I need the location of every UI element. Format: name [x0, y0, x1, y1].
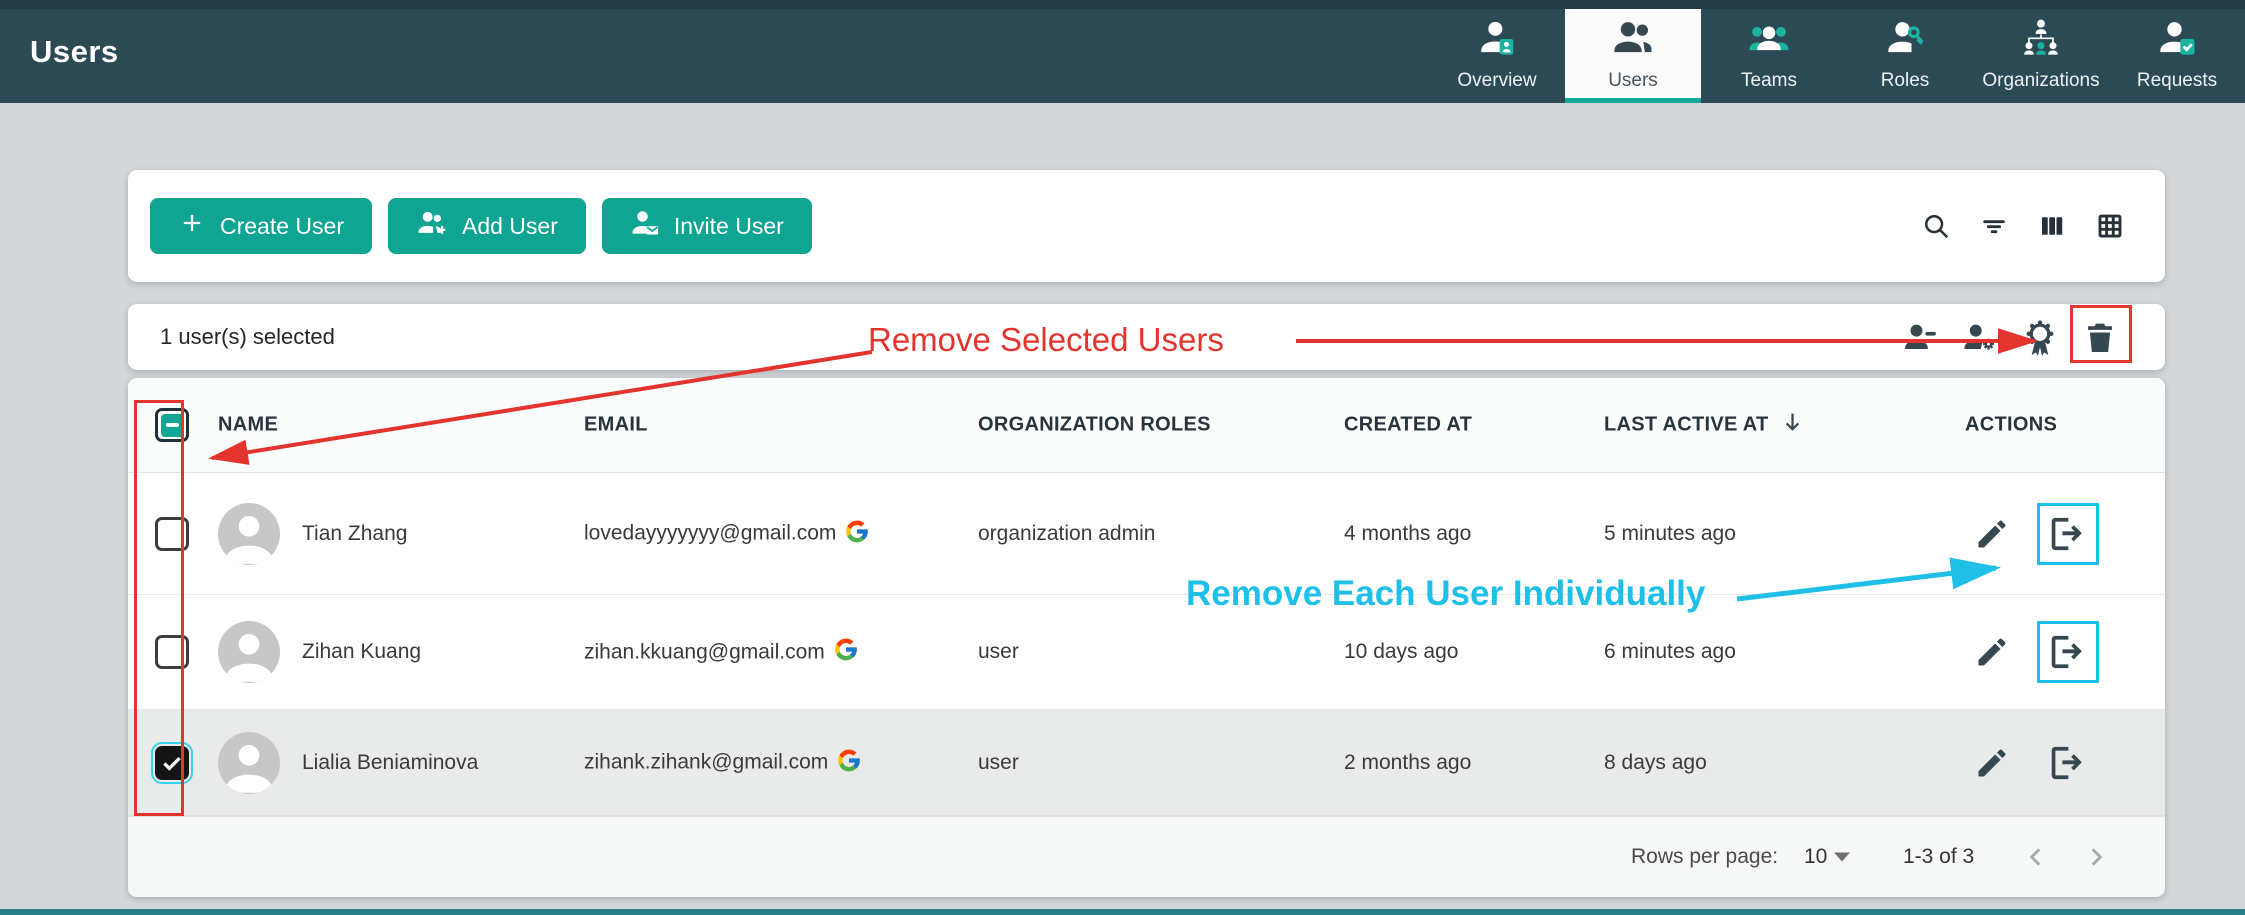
user-role: user	[978, 640, 1019, 664]
dropdown-caret-icon[interactable]	[1834, 853, 1850, 862]
table-footer: Rows per page: 10 1-3 of 3	[128, 816, 2165, 897]
app-bar-top-strip	[0, 0, 2245, 9]
column-header-roles[interactable]: ORGANIZATION ROLES	[978, 414, 1211, 437]
main-nav: Overview Users Teams Roles	[1429, 9, 2245, 103]
user-created: 10 days ago	[1344, 640, 1458, 664]
grid-icon[interactable]	[2095, 211, 2125, 241]
user-last-active: 6 minutes ago	[1604, 640, 1736, 664]
user-created: 4 months ago	[1344, 522, 1471, 546]
column-header-name[interactable]: NAME	[218, 414, 278, 437]
table-header-row: NAME EMAIL ORGANIZATION ROLES CREATED AT…	[128, 378, 2165, 473]
remove-user-from-group-icon[interactable]	[1903, 320, 1937, 354]
tab-label: Requests	[2137, 70, 2217, 92]
column-header-created[interactable]: CREATED AT	[1344, 414, 1472, 437]
avatar	[218, 621, 280, 683]
remove-user-icon[interactable]	[2047, 513, 2089, 555]
row-checkbox[interactable]	[155, 635, 189, 669]
user-name: Zihan Kuang	[302, 640, 421, 664]
app-bar: Users Overview Users Teams	[0, 0, 2245, 103]
user-last-active: 5 minutes ago	[1604, 522, 1736, 546]
column-header-actions: ACTIONS	[1965, 414, 2057, 437]
user-role: organization admin	[978, 522, 1155, 546]
user-email: lovedayyyyyyy@gmail.com	[584, 522, 836, 546]
user-settings-icon[interactable]	[1963, 320, 1997, 354]
column-header-last-active[interactable]: LAST ACTIVE AT	[1604, 409, 1806, 442]
certify-user-icon[interactable]	[2023, 320, 2057, 354]
toolbar: Create User Add User Invite User	[128, 170, 2165, 282]
tab-roles[interactable]: Roles	[1837, 9, 1973, 103]
create-user-button[interactable]: Create User	[150, 198, 372, 254]
chevron-left-icon[interactable]	[2023, 844, 2049, 870]
edit-icon[interactable]	[1974, 516, 2010, 552]
add-user-icon	[416, 208, 448, 244]
user-email: zihan.kkuang@gmail.com	[584, 640, 825, 664]
selection-actions	[1903, 320, 2117, 354]
selection-count: 1 user(s) selected	[160, 324, 335, 350]
tab-requests[interactable]: Requests	[2109, 9, 2245, 103]
remove-user-icon[interactable]	[2047, 631, 2089, 673]
tab-label: Users	[1608, 70, 1658, 92]
toolbar-buttons: Create User Add User Invite User	[150, 198, 812, 254]
user-name: Lialia Beniaminova	[302, 751, 478, 775]
delete-icon[interactable]	[2083, 320, 2117, 354]
user-role: user	[978, 751, 1019, 775]
tab-label: Organizations	[1982, 70, 2099, 92]
invite-user-label: Invite User	[674, 213, 784, 240]
rows-per-page-select[interactable]: 10	[1804, 845, 1827, 869]
rows-per-page-label: Rows per page:	[1631, 845, 1778, 869]
page-title: Users	[30, 34, 119, 70]
tab-label: Overview	[1457, 70, 1536, 92]
columns-icon[interactable]	[2037, 211, 2067, 241]
filter-icon[interactable]	[1979, 211, 2009, 241]
create-user-label: Create User	[220, 213, 344, 240]
table-row[interactable]: Tian Zhang lovedayyyyyyy@gmail.com organ…	[128, 473, 2165, 595]
remove-user-icon[interactable]	[2047, 742, 2089, 784]
edit-icon[interactable]	[1974, 745, 2010, 781]
person-key-icon	[1885, 18, 1925, 63]
table-row[interactable]: Zihan Kuang zihan.kkuang@gmail.com user …	[128, 595, 2165, 710]
add-user-label: Add User	[462, 213, 558, 240]
user-email: zihank.zihank@gmail.com	[584, 751, 828, 775]
google-icon	[833, 637, 859, 668]
pagination-range: 1-3 of 3	[1903, 845, 1974, 869]
avatar	[218, 503, 280, 565]
row-checkbox-checked[interactable]	[155, 746, 189, 780]
selection-bar: 1 user(s) selected	[128, 304, 2165, 370]
user-created: 2 months ago	[1344, 751, 1471, 775]
tab-label: Teams	[1741, 70, 1797, 92]
tab-label: Roles	[1881, 70, 1930, 92]
column-header-last-active-label: LAST ACTIVE AT	[1604, 414, 1769, 437]
tab-organizations[interactable]: Organizations	[1973, 9, 2109, 103]
tab-users[interactable]: Users	[1565, 9, 1701, 103]
chevron-right-icon[interactable]	[2083, 844, 2109, 870]
avatar	[218, 732, 280, 794]
header-checkbox-cell	[140, 408, 204, 442]
google-icon	[844, 518, 870, 549]
user-name: Tian Zhang	[302, 522, 407, 546]
group-icon	[1748, 18, 1790, 63]
org-tree-icon	[2021, 18, 2061, 63]
person-check-icon	[2157, 18, 2197, 63]
people-icon	[1613, 18, 1653, 63]
column-header-email[interactable]: EMAIL	[584, 414, 648, 437]
user-last-active: 8 days ago	[1604, 751, 1707, 775]
bottom-accent-bar	[0, 909, 2245, 915]
add-user-button[interactable]: Add User	[388, 198, 586, 254]
sort-descending-icon[interactable]	[1779, 409, 1806, 442]
tab-overview[interactable]: Overview	[1429, 9, 1565, 103]
toolbar-icons	[1921, 211, 2125, 241]
table-row-selected[interactable]: Lialia Beniaminova zihank.zihank@gmail.c…	[128, 710, 2165, 816]
search-icon[interactable]	[1921, 211, 1951, 241]
edit-icon[interactable]	[1974, 634, 2010, 670]
invite-user-button[interactable]: Invite User	[602, 198, 812, 254]
person-badge-icon	[1477, 18, 1517, 63]
select-all-checkbox[interactable]	[155, 408, 189, 442]
users-admin-screen: Users Overview Users Teams	[0, 0, 2245, 915]
row-checkbox[interactable]	[155, 517, 189, 551]
google-icon	[836, 747, 862, 778]
users-table: NAME EMAIL ORGANIZATION ROLES CREATED AT…	[128, 378, 2165, 897]
tab-teams[interactable]: Teams	[1701, 9, 1837, 103]
invite-user-icon	[630, 208, 660, 244]
plus-icon	[178, 209, 206, 243]
